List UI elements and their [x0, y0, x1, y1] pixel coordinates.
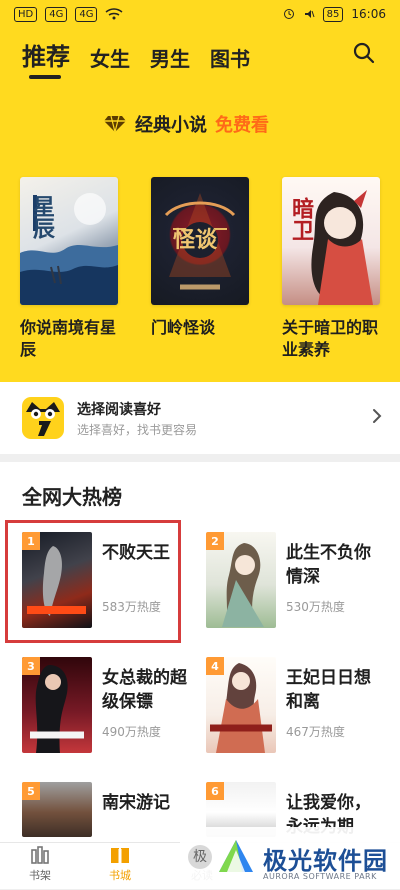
featured-book-3[interactable]: 暗卫 关于暗卫的职业素养 [282, 177, 380, 361]
cover-title-1: 星辰 [29, 195, 55, 239]
rank-number-2: 2 [206, 532, 224, 550]
watermark: 极 极光软件园 AURORA SOFTWARE PARK [180, 827, 400, 888]
ranking-highlight-box [5, 520, 181, 643]
ranking-cover-3[interactable]: 3 [22, 657, 92, 753]
featured-book-title-1[interactable]: 你说南境有星辰 [20, 317, 118, 361]
signal-badge-2: 4G [45, 6, 68, 22]
mute-icon [304, 10, 315, 18]
status-left: HD 4G 4G [14, 6, 123, 22]
ranking-name-3[interactable]: 女总裁的超级保镖 [102, 666, 198, 714]
top-tabs: 推荐 女生 男生 图书 [22, 37, 250, 79]
book-city-icon [111, 848, 129, 863]
status-bar: HD 4G 4G 85 16:06 [0, 0, 400, 28]
cat-logo-icon [26, 402, 60, 436]
rank-number-6: 6 [206, 782, 224, 800]
cover-title-3: 暗卫 [288, 197, 314, 241]
hot-ranking-panel: 全网大热榜 1 不败天王 583万热度 2 此生不负你情深 530万热度 3 女… [0, 462, 400, 842]
rank-number-3: 3 [22, 657, 40, 675]
featured-books: 星辰 你说南境有星辰 怪谈 门岭怪谈 暗卫 关于暗卫的职业素养 [20, 177, 380, 361]
tab-books[interactable]: 图书 [210, 43, 250, 72]
rank-number-4: 4 [206, 657, 224, 675]
battery-level: 85 [322, 6, 344, 22]
status-right: 85 16:06 [283, 6, 386, 22]
diamond-icon [104, 115, 126, 133]
watermark-subtitle: AURORA SOFTWARE PARK [263, 872, 377, 881]
nav-book-city[interactable]: 书城 [98, 845, 142, 883]
chevron-right-icon[interactable] [372, 408, 382, 424]
book-cover-1[interactable]: 星辰 [20, 177, 118, 305]
ranking-item-2[interactable]: 2 此生不负你情深 530万热度 [206, 532, 381, 640]
signal-badge-3: 4G [75, 6, 98, 22]
ranking-item-4[interactable]: 4 王妃日日想和离 467万热度 [206, 657, 381, 765]
ranking-heat-3: 490万热度 [102, 725, 161, 739]
preference-logo [22, 397, 64, 439]
bookshelf-icon [31, 846, 49, 864]
nav-bookshelf[interactable]: 书架 [18, 845, 62, 883]
nav-book-city-label: 书城 [109, 869, 131, 882]
featured-book-title-2[interactable]: 门岭怪谈 [151, 317, 249, 339]
reading-preference-card[interactable]: 选择阅读喜好 选择喜好，找书更容易 [0, 382, 400, 454]
ranking-cover-5[interactable]: 5 [22, 782, 92, 837]
ranking-item-3[interactable]: 3 女总裁的超级保镖 490万热度 [22, 657, 197, 765]
tab-recommended[interactable]: 推荐 [22, 37, 70, 79]
nav-bookshelf-label: 书架 [29, 869, 51, 882]
search-icon[interactable] [353, 42, 375, 64]
ranking-heat-2: 530万热度 [286, 600, 345, 614]
preference-subtitle: 选择喜好，找书更容易 [77, 423, 198, 437]
free-classics-banner[interactable]: 经典小说 免费看 [103, 111, 269, 137]
book-cover-3[interactable]: 暗卫 [282, 177, 380, 305]
watermark-title: 极光软件园 [263, 847, 388, 875]
featured-book-1[interactable]: 星辰 你说南境有星辰 [20, 177, 118, 361]
banner-highlight: 免费看 [215, 115, 269, 136]
ranking-name-5[interactable]: 南宋游记 [102, 791, 198, 815]
ranking-name-4[interactable]: 王妃日日想和离 [286, 666, 382, 714]
featured-book-title-3[interactable]: 关于暗卫的职业素养 [282, 317, 380, 361]
ranking-name-2[interactable]: 此生不负你情深 [286, 541, 382, 589]
alarm-icon [283, 9, 294, 19]
status-time: 16:06 [351, 7, 386, 21]
preference-title: 选择阅读喜好 [77, 402, 161, 418]
ranking-cover-2[interactable]: 2 [206, 532, 276, 628]
signal-badge-1: HD [14, 6, 38, 22]
book-cover-2[interactable]: 怪谈 [151, 177, 249, 305]
watermark-left-char: 极 [188, 845, 212, 869]
tab-male[interactable]: 男生 [150, 43, 190, 72]
featured-book-2[interactable]: 怪谈 门岭怪谈 [151, 177, 249, 361]
wifi-icon [106, 8, 123, 20]
rank-number-5: 5 [22, 782, 40, 800]
ranking-cover-4[interactable]: 4 [206, 657, 276, 753]
ranking-heat-4: 467万热度 [286, 725, 345, 739]
hot-ranking-title: 全网大热榜 [22, 485, 122, 509]
cover-title-2: 怪谈 [173, 227, 218, 253]
aurora-logo-icon [219, 840, 253, 872]
tab-female[interactable]: 女生 [90, 43, 130, 72]
banner-prefix: 经典小说 [135, 115, 207, 136]
